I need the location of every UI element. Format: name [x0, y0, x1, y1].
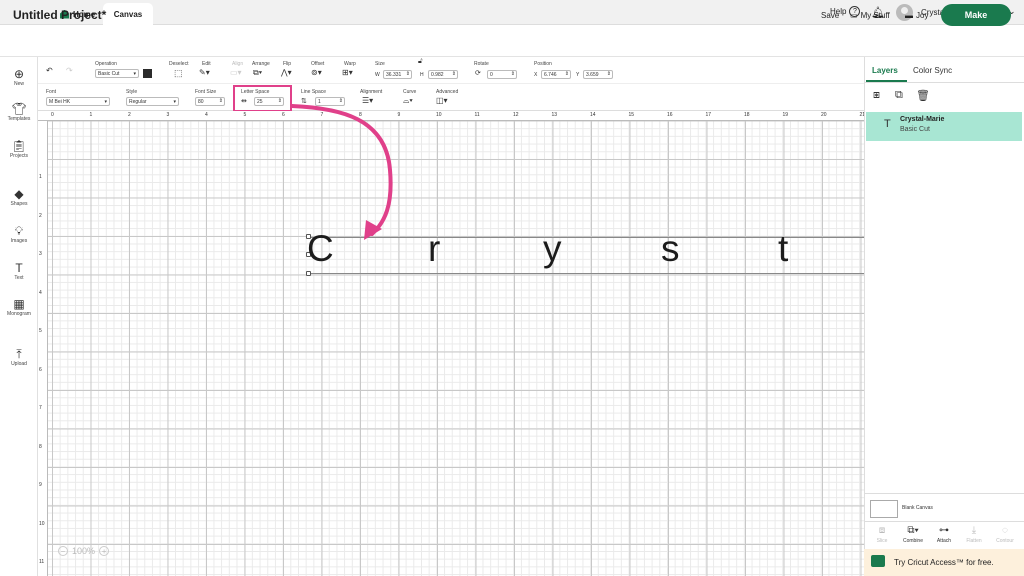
- contour-button[interactable]: ◌ Contour: [991, 525, 1019, 544]
- blank-canvas-label: Blank Canvas: [902, 505, 933, 511]
- promo-text[interactable]: Try Cricut Access™ for free.: [894, 558, 994, 567]
- contour-icon: ◌: [1002, 525, 1008, 536]
- duplicate-icon[interactable]: ⧉: [895, 89, 903, 102]
- group-icon[interactable]: ⧆: [873, 89, 880, 102]
- layer-operation: Basic Cut: [900, 126, 930, 133]
- slice-icon: ⧈: [878, 525, 886, 536]
- divider: [864, 493, 1024, 494]
- layer-name: Crystal-Marie: [900, 116, 945, 123]
- zoom-value: 100%: [72, 546, 96, 556]
- cricut-access-icon: [871, 555, 885, 567]
- zoom-in-button[interactable]: +: [99, 546, 110, 556]
- flatten-button[interactable]: ⤓ Flatten: [960, 525, 988, 544]
- tab-layers[interactable]: Layers: [872, 66, 898, 75]
- slice-button[interactable]: ⧈ Slice: [868, 525, 896, 544]
- combine-button[interactable]: ⧉▾ Combine: [899, 525, 927, 544]
- divider: [864, 521, 1024, 522]
- divider: [864, 82, 1024, 83]
- flatten-icon: ⤓: [971, 525, 977, 536]
- attach-button[interactable]: ⊶ Attach: [930, 525, 958, 544]
- trash-icon[interactable]: 🗑︎: [916, 89, 930, 102]
- tab-color-sync[interactable]: Color Sync: [913, 66, 952, 75]
- action-label: Combine: [902, 538, 923, 544]
- attach-icon: ⊶: [939, 525, 949, 536]
- action-label: Contour: [996, 538, 1014, 544]
- action-label: Slice: [876, 538, 888, 544]
- action-label: Attach: [936, 538, 952, 544]
- combine-icon: ⧉▾: [907, 525, 919, 536]
- text-layer-icon: T: [884, 118, 891, 130]
- zoom-control: − 100% +: [58, 546, 110, 556]
- action-label: Flatten: [966, 538, 982, 544]
- zoom-out-button[interactable]: −: [58, 546, 68, 556]
- blank-canvas-thumbnail[interactable]: [870, 500, 898, 518]
